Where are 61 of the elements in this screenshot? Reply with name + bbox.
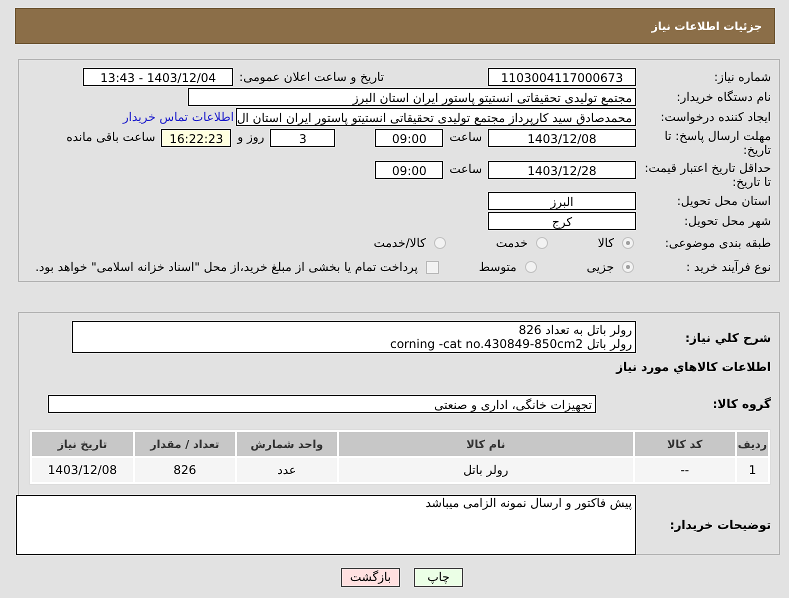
field-label: طبقه بندی موضوعی: [664, 236, 771, 250]
radio-button[interactable] [434, 237, 446, 249]
text-field[interactable]: محمدصادق سید کارپرداز مجتمع تولیدی تحقیقاتی انستیتو پاستور ایران استان ال [236, 108, 636, 126]
radio-button[interactable] [524, 261, 537, 273]
field-label: مهلت ارسال پاسخ: تا تاریخ: [663, 129, 771, 157]
field-label: نوع فرآیند خرید : [685, 260, 771, 274]
column-header: تاریخ نیاز [32, 432, 133, 456]
column-header: ردیف [736, 432, 768, 456]
countdown-field[interactable]: 16:22:23 [161, 129, 232, 147]
table-cell: عدد [236, 458, 337, 482]
text-field[interactable]: 1403/12/28 [488, 161, 636, 179]
field-text: ساعت [449, 130, 482, 144]
field-text: تاریخ و ساعت اعلان عمومی: [239, 70, 384, 84]
field-label: شماره نیاز: [713, 70, 771, 84]
field-text: روز و [237, 130, 264, 144]
checkbox[interactable] [426, 260, 439, 274]
field-label: نام دستگاه خریدار: [676, 90, 771, 104]
field-text: جزیی [586, 260, 614, 274]
field-text: ساعت [449, 162, 482, 176]
field-text: متوسط [478, 260, 517, 274]
text-field[interactable]: کرج [488, 212, 636, 230]
text-field[interactable]: 09:00 [375, 161, 444, 179]
field-text: کالا [598, 236, 614, 250]
radio-button[interactable] [536, 237, 548, 249]
section-heading: اطلاعات کالاهاي مورد نياز [614, 360, 771, 376]
text-field[interactable]: 3 [270, 129, 336, 147]
text-field[interactable]: 1103004117000673 [488, 68, 636, 86]
text-field[interactable]: تجهیزات خانگی، اداری و صنعتی [48, 395, 596, 413]
table-cell: رولر باتل [338, 458, 633, 482]
table-cell: 826 [134, 458, 235, 482]
table-cell: 1 [736, 458, 768, 482]
field-label: توضیحات خریدار: [668, 518, 771, 532]
contact-link[interactable]: اطلاعات تماس خریدار [122, 110, 234, 124]
text-field[interactable]: البرز [488, 192, 636, 210]
field-text: کالا/خدمت [374, 236, 426, 250]
text-field[interactable]: مجتمع تولیدی تحقیقاتی انستیتو پاستور ایران استان البرز [188, 88, 636, 106]
field-label: شهر محل تحویل: [683, 214, 771, 228]
field-label: حداقل تاریخ اعتبار قیمت: تا تاریخ: [643, 161, 771, 189]
table-cell: 1403/12/08 [32, 458, 133, 482]
column-header: تعداد / مقدار [134, 432, 235, 456]
radio-button[interactable] [622, 237, 634, 249]
field-text: پرداخت تمام یا بخشی از مبلغ خرید،از محل "اسناد خزانه اسلامی" خواهد بود. [35, 260, 418, 274]
text-field[interactable]: 1403/12/04 - 13:43 [83, 68, 234, 86]
field-text: ساعت باقی مانده [66, 130, 156, 144]
column-header: واحد شمارش [236, 432, 337, 456]
back-button[interactable]: بازگشت [341, 568, 400, 587]
column-header: کد کالا [634, 432, 735, 456]
description-field[interactable]: رولر باتل به تعداد 826 رولر باتل corning -cat no.430849-850cm2 [72, 321, 636, 353]
field-label: ایجاد کننده درخواست: [659, 110, 771, 124]
text-field[interactable]: 1403/12/08 [488, 129, 636, 147]
field-text: خدمت [496, 236, 528, 250]
column-header: نام کالا [338, 432, 633, 456]
text-field[interactable]: 09:00 [375, 129, 444, 147]
field-label: استان محل تحویل: [676, 194, 771, 208]
radio-button[interactable] [622, 261, 634, 273]
table-cell: -- [634, 458, 735, 482]
print-button[interactable]: چاپ [414, 568, 463, 587]
notes-field[interactable]: پیش فاکتور و ارسال نمونه الزامی میباشد [16, 495, 636, 555]
field-label: گروه کالا: [712, 397, 771, 411]
field-label: شرح کلي نياز: [684, 331, 771, 345]
page-title: جزئیات اطلاعات نیاز [652, 20, 762, 32]
